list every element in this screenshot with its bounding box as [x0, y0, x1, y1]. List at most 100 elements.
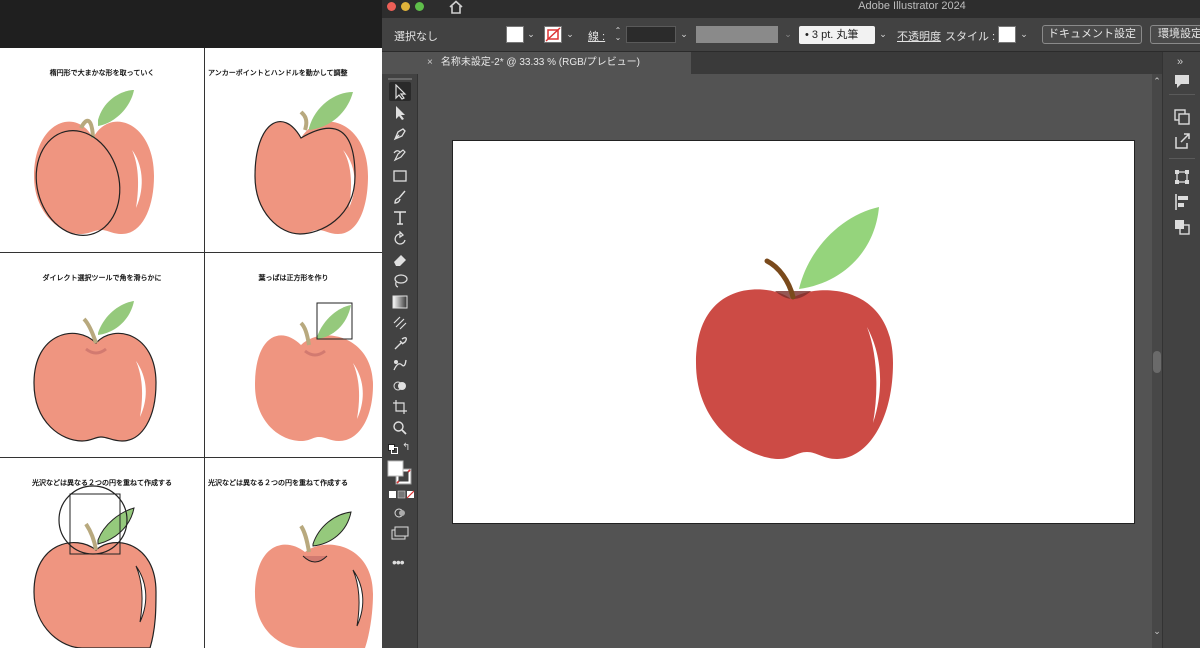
brush-definition-select[interactable]: • 3 pt. 丸筆 [799, 26, 875, 44]
vertical-scrollbar[interactable]: ⌃ ⌄ [1152, 74, 1162, 648]
type-tool[interactable] [389, 208, 411, 227]
step-1-apple-illustration [34, 90, 154, 236]
step-6-apple-illustration [255, 511, 373, 648]
eraser-icon [394, 254, 406, 266]
step-2-apple-illustration [254, 92, 368, 235]
edit-toolbar-icon[interactable]: ••• [392, 554, 405, 570]
zoom-icon [393, 420, 407, 435]
apple-leaf[interactable] [799, 207, 879, 289]
default-colors-icon[interactable] [388, 444, 398, 454]
gradient-tool[interactable] [389, 292, 411, 311]
rotate-tool[interactable] [389, 229, 411, 248]
stroke-weight-stepper[interactable]: ⌃ ⌄ [612, 27, 624, 42]
home-icon[interactable] [448, 0, 464, 14]
panel-grip[interactable] [388, 78, 412, 80]
artboard-tool[interactable] [389, 397, 411, 416]
close-window-button[interactable] [387, 2, 396, 11]
document-tab[interactable]: × 名称未設定-2* @ 33.33 % (RGB/プレビュー) [419, 52, 691, 74]
brush-dropdown-icon[interactable]: ⌄ [877, 27, 889, 42]
style-dropdown-icon[interactable]: ⌄ [1018, 27, 1030, 42]
type-icon [394, 210, 406, 225]
comments-icon[interactable] [1173, 72, 1191, 90]
shape-builder-icon [393, 381, 406, 390]
step-5-apple-illustration [33, 485, 157, 648]
shape-builder-tool[interactable] [389, 376, 411, 395]
title-bar: Adobe Illustrator 2024 [382, 0, 1200, 18]
style-label: スタイル : [945, 31, 996, 43]
artboard-icon [393, 399, 407, 414]
tutorial-step-5: 光沢などは異なる２つの円を重ねて作成する [0, 458, 205, 648]
tutorial-step-4: 葉っぱは正方形を作り [205, 253, 382, 458]
opacity-label[interactable]: 不透明度 [897, 28, 941, 44]
mesh-icon [393, 316, 407, 329]
tools-panel: ↰ ••• [382, 74, 418, 648]
pen-tool[interactable] [389, 124, 411, 143]
preferences-button[interactable]: 環境設定 [1150, 25, 1200, 44]
fill-dropdown-icon[interactable]: ⌄ [525, 27, 537, 42]
eyedropper-tool[interactable] [389, 334, 411, 353]
export-icon[interactable] [1173, 132, 1191, 150]
swap-colors-icon[interactable]: ↰ [402, 442, 410, 453]
stroke-label[interactable]: 線 : [588, 28, 605, 44]
document-setup-button[interactable]: ドキュメント設定 [1042, 25, 1142, 44]
scroll-down-arrow-icon[interactable]: ⌄ [1152, 626, 1162, 637]
document-top-bar [0, 0, 382, 48]
direct-selection-arrow-icon [396, 105, 405, 120]
rectangle-tool[interactable] [389, 166, 411, 185]
graphic-style-swatch[interactable] [998, 26, 1016, 43]
direct-selection-tool[interactable] [389, 103, 411, 122]
curvature-tool[interactable] [389, 145, 411, 164]
fill-stroke-selector[interactable] [387, 460, 413, 486]
draw-mode-icon[interactable] [393, 506, 407, 520]
panel-dock: » [1162, 52, 1200, 648]
step-3-apple-illustration [33, 301, 157, 442]
minimize-window-button[interactable] [401, 2, 410, 11]
eyedropper-icon [394, 336, 408, 349]
stroke-dropdown-icon[interactable]: ⌄ [564, 27, 576, 42]
close-tab-icon[interactable]: × [427, 57, 433, 68]
variable-width-profile[interactable] [696, 26, 778, 43]
artboard[interactable] [452, 140, 1135, 524]
screen-mode-icon[interactable] [391, 526, 409, 540]
zoom-window-button[interactable] [415, 2, 424, 11]
arrange-icon[interactable] [1173, 108, 1191, 126]
control-bar: 選択なし ⌄ ⌄ 線 : ⌃ ⌄ ⌄ ⌄ • 3 pt. 丸筆 ⌄ 不透明度 スタ… [382, 18, 1200, 52]
canvas-area[interactable] [419, 74, 1162, 648]
fill-color-swatch[interactable] [506, 26, 524, 43]
screen: 楕円形で大まかな形を取っていく アンカーポイントとハンドルを動かして調整 ダイレ… [0, 0, 1200, 648]
step-4-apple-illustration [255, 302, 373, 441]
collapse-panels-icon[interactable]: » [1177, 56, 1183, 68]
tutorial-step-1: 楕円形で大まかな形を取っていく [0, 48, 205, 253]
paintbrush-tool[interactable] [389, 187, 411, 206]
zoom-tool[interactable] [389, 418, 411, 437]
stroke-weight-dropdown-icon[interactable]: ⌄ [678, 27, 690, 42]
eraser-tool[interactable] [389, 250, 411, 269]
rectangle-icon [393, 169, 407, 182]
apple-artwork[interactable] [453, 141, 1136, 525]
transform-icon[interactable] [1173, 168, 1191, 186]
lasso-icon [394, 273, 408, 288]
curvature-pen-icon [393, 148, 406, 161]
pathfinder-icon[interactable] [1173, 218, 1191, 236]
align-icon[interactable] [1173, 193, 1191, 211]
tutorial-step-2: アンカーポイントとハンドルを動かして調整 [205, 48, 382, 253]
stroke-none-swatch[interactable] [544, 26, 562, 43]
pen-icon [393, 127, 406, 140]
selection-arrow-icon [395, 83, 407, 100]
profile-dropdown-icon[interactable]: ⌄ [782, 27, 794, 42]
tutorial-document: 楕円形で大まかな形を取っていく アンカーポイントとハンドルを動かして調整 ダイレ… [0, 0, 382, 648]
illustrator-window: Adobe Illustrator 2024 選択なし ⌄ ⌄ 線 : ⌃ ⌄ ⌄… [382, 0, 1200, 648]
lasso-tool[interactable] [389, 271, 411, 290]
stroke-weight-input[interactable] [626, 26, 676, 43]
apple-body[interactable] [696, 289, 893, 459]
scrollbar-thumb[interactable] [1153, 351, 1161, 373]
document-tab-title: 名称未設定-2* @ 33.33 % (RGB/プレビュー) [440, 57, 640, 68]
color-mode-buttons[interactable] [388, 490, 414, 500]
document-tab-bar: × 名称未設定-2* @ 33.33 % (RGB/プレビュー) [419, 52, 1162, 74]
mesh-tool[interactable] [389, 313, 411, 332]
scroll-up-arrow-icon[interactable]: ⌃ [1152, 76, 1162, 87]
dock-separator [1169, 158, 1195, 159]
gradient-icon [392, 295, 408, 308]
selection-tool[interactable] [389, 82, 411, 101]
blend-tool[interactable] [389, 355, 411, 374]
